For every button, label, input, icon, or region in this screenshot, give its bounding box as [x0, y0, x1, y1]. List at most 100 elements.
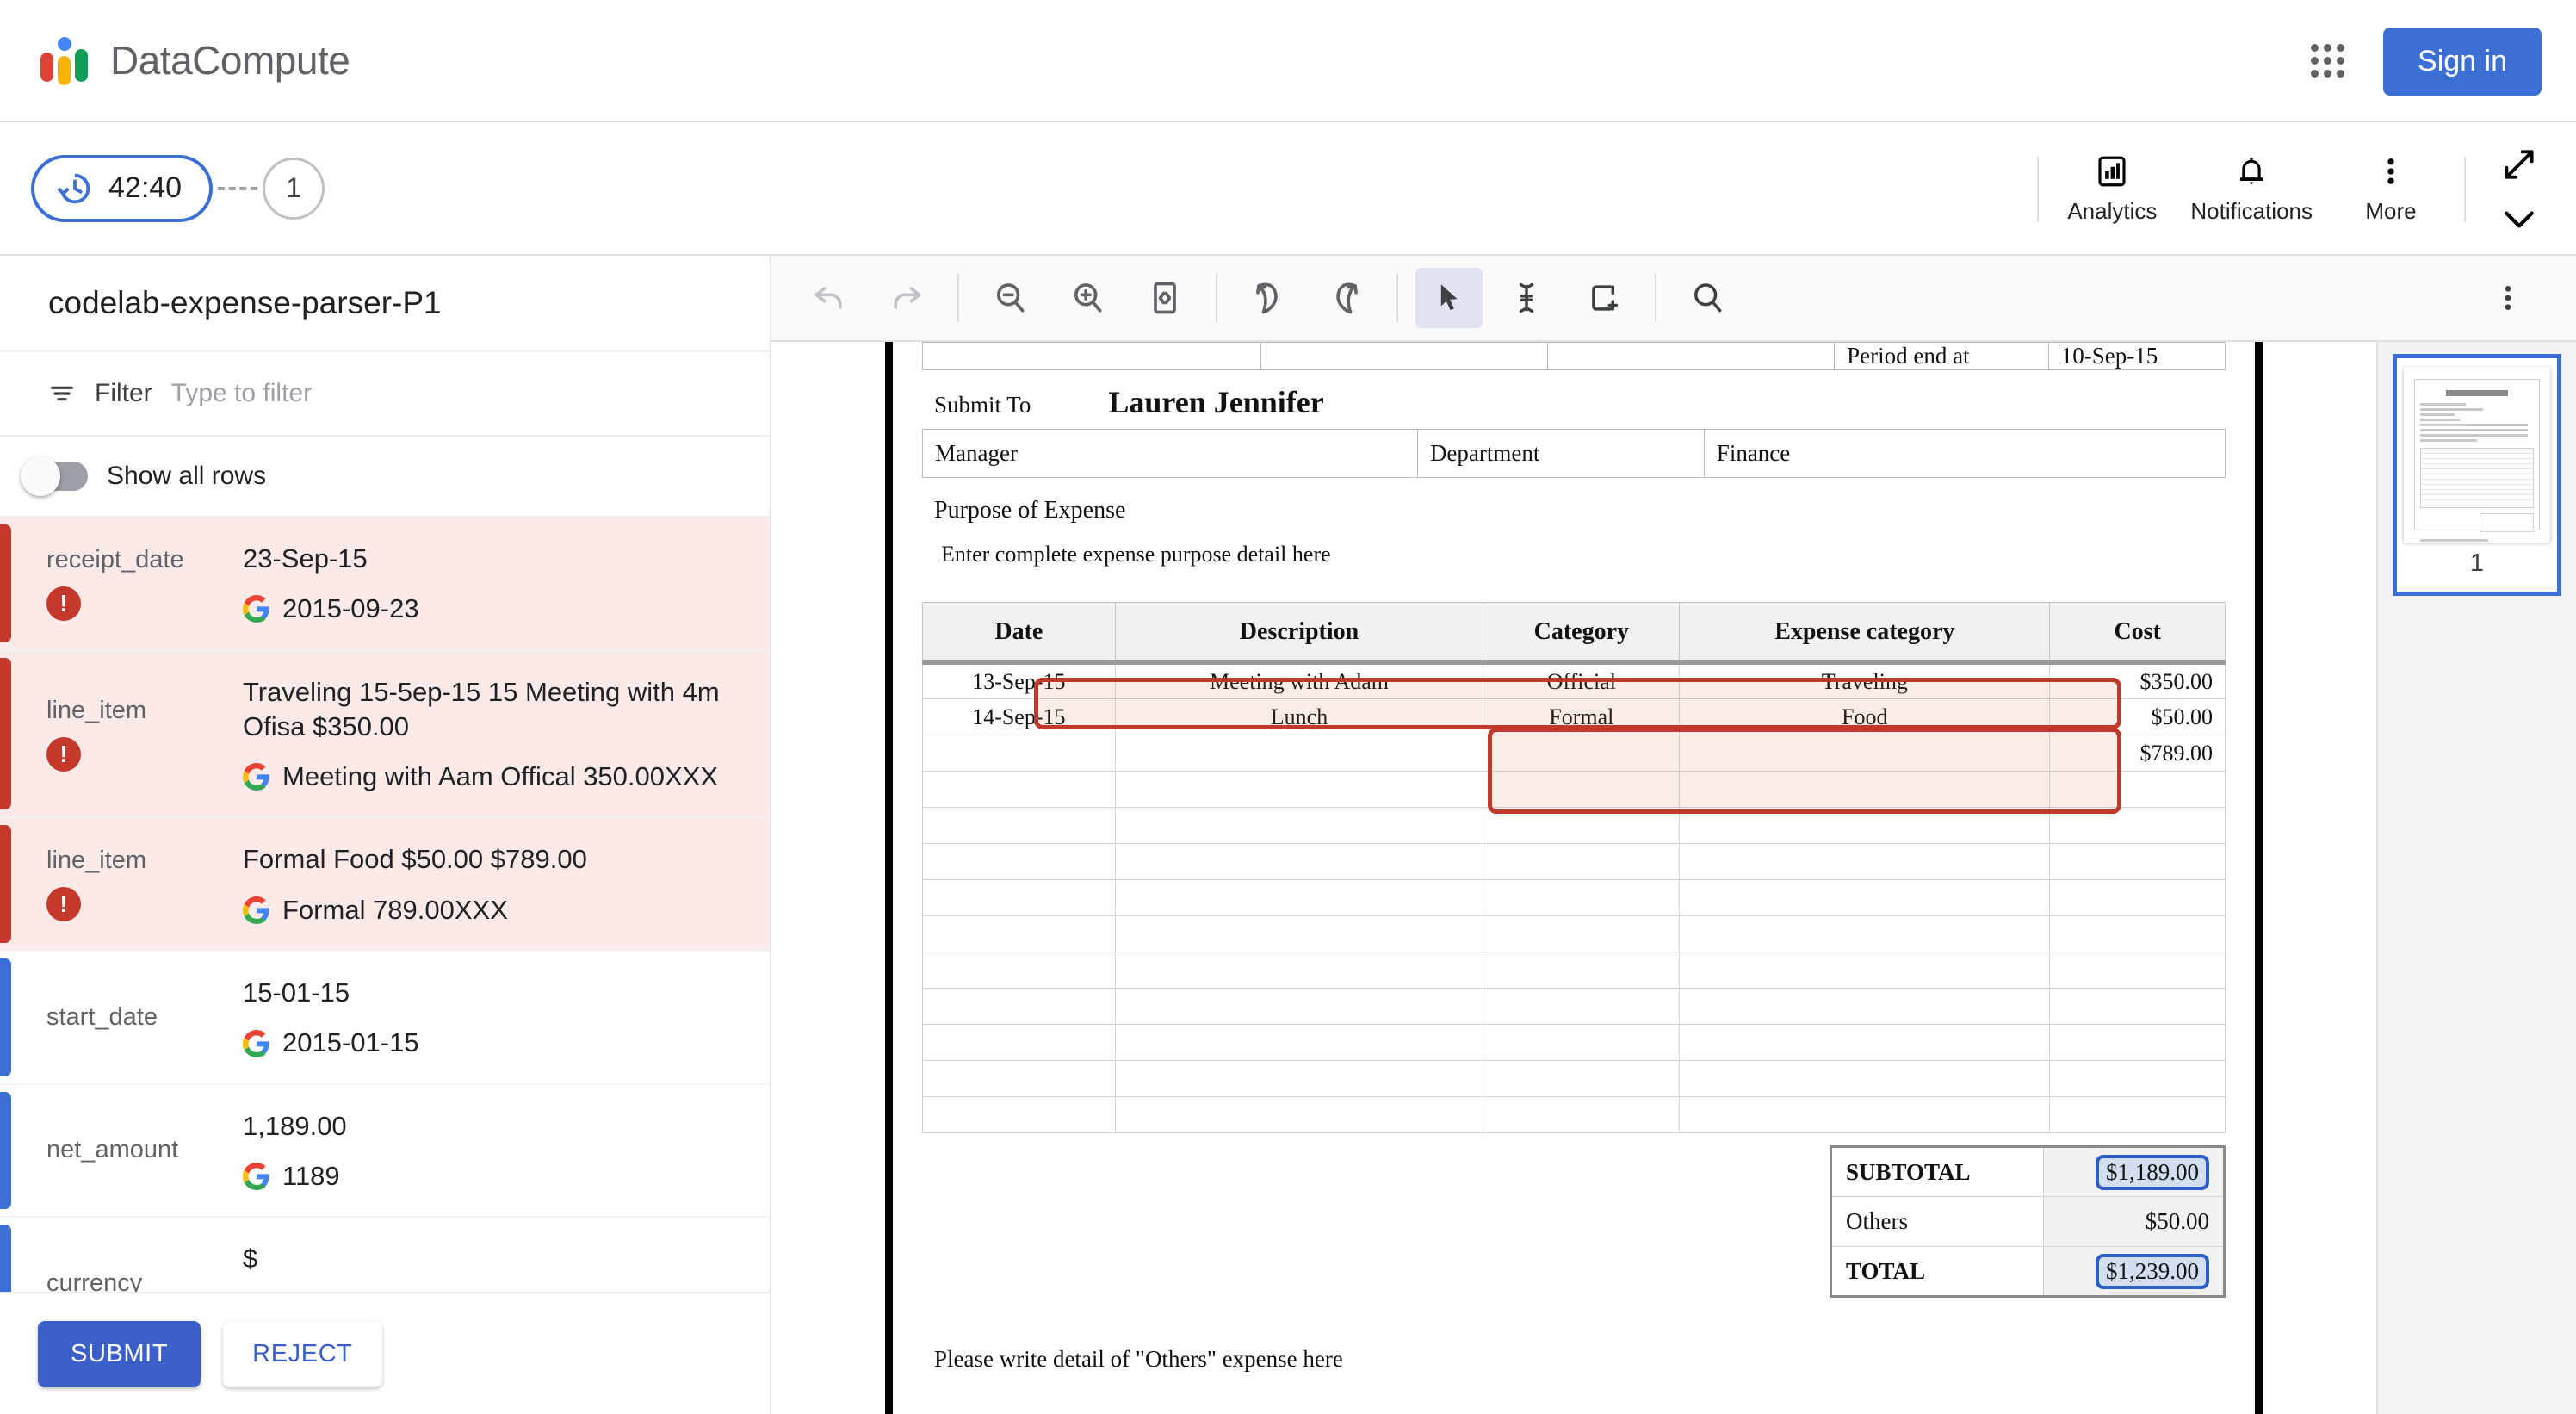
- field-value: 15-01-15: [243, 977, 350, 1008]
- filter-icon[interactable]: [48, 380, 76, 407]
- field-row-line_item[interactable]: line_item! Traveling 15-5ep-15 15 Meeting…: [0, 650, 770, 819]
- document-canvas[interactable]: Period end at 10-Sep-15 Submit To Lauren…: [771, 342, 2376, 1414]
- sign-in-button[interactable]: Sign in: [2383, 27, 2542, 96]
- status-bar: [0, 1225, 11, 1292]
- analytics-label: Analytics: [2067, 198, 2158, 224]
- cell-expense-category: Traveling: [1679, 662, 2051, 699]
- expense-row-2[interactable]: $789.00: [922, 735, 2226, 772]
- filter-input[interactable]: [170, 379, 770, 408]
- zoom-in-icon[interactable]: [1054, 268, 1121, 328]
- task-timer[interactable]: 42:40: [31, 154, 214, 222]
- progress-connector: [218, 186, 258, 190]
- expense-row-1[interactable]: 14-Sep-15 Lunch Formal Food $50.00: [922, 698, 2226, 735]
- viewer-toolbar: [771, 256, 2576, 342]
- cell-description: [1114, 735, 1484, 772]
- reject-button[interactable]: REJECT: [223, 1320, 382, 1387]
- chevron-down-icon[interactable]: [2500, 206, 2538, 233]
- thumbnail-page-1[interactable]: 1: [2393, 354, 2561, 596]
- task-action-bar: 42:40 1 Analytics Notifications More: [0, 122, 2576, 256]
- totals-value: $1,189.00: [2042, 1146, 2226, 1197]
- expense-row-empty[interactable]: [922, 843, 2226, 880]
- search-icon[interactable]: [1674, 268, 1741, 328]
- show-all-rows-toggle[interactable]: [21, 456, 88, 496]
- zoom-out-icon[interactable]: [976, 268, 1043, 328]
- expense-row-empty[interactable]: [922, 771, 2226, 808]
- expense-row-empty[interactable]: [922, 988, 2226, 1025]
- cell-category: Official: [1483, 662, 1681, 699]
- viewer-overflow-menu[interactable]: [2474, 268, 2542, 328]
- notifications-button[interactable]: Notifications: [2177, 153, 2326, 225]
- submit-button[interactable]: SUBMIT: [38, 1320, 201, 1387]
- cell-date: 13-Sep-15: [922, 662, 1116, 699]
- expense-row-empty[interactable]: [922, 952, 2226, 989]
- field-suggestion-text: 2015-01-15: [282, 1027, 419, 1058]
- field-value: Traveling 15-5ep-15 15 Meeting with 4m O…: [243, 676, 720, 741]
- field-row-line_item[interactable]: line_item! Formal Food $50.00 $789.00 Form…: [0, 818, 770, 952]
- document-viewer: Period end at 10-Sep-15 Submit To Lauren…: [771, 256, 2576, 1414]
- status-bar: [0, 657, 11, 810]
- undo-icon[interactable]: [796, 268, 863, 328]
- rotate-right-icon[interactable]: [1312, 268, 1379, 328]
- totals-value: $1,239.00: [2042, 1246, 2226, 1297]
- department-label: Department: [1416, 429, 1705, 478]
- totals-row-1[interactable]: Others $50.00: [1830, 1196, 2226, 1247]
- field-key: line_item: [46, 847, 147, 875]
- annotation-box-total[interactable]: $1,239.00: [2096, 1253, 2209, 1289]
- panel-footer: SUBMIT REJECT: [0, 1292, 770, 1414]
- analytics-chart-icon: [2094, 153, 2130, 189]
- expense-row-0[interactable]: 13-Sep-15 Meeting with Adam Official Travel…: [922, 662, 2226, 699]
- brand-logo[interactable]: DataCompute: [38, 34, 350, 87]
- expense-row-empty[interactable]: [922, 1060, 2226, 1097]
- purpose-heading: Purpose of Expense: [934, 497, 1126, 524]
- totals-row-2[interactable]: TOTAL $1,239.00: [1830, 1246, 2226, 1297]
- field-row-start_date[interactable]: start_date 15-01-15 2015-01-15: [0, 952, 770, 1085]
- field-value: $: [243, 1243, 258, 1274]
- totals-table: SUBTOTAL $1,189.00 Others $50.00 TOTAL $1,239…: [1830, 1145, 2226, 1298]
- fit-page-icon[interactable]: [1131, 268, 1198, 328]
- field-list: receipt_date! 23-Sep-15 2015-09-23 line_ite…: [0, 518, 770, 1292]
- field-suggestion: Meeting with Aam Offical 350.00XXX: [243, 760, 752, 794]
- expense-col-0: Date: [922, 602, 1116, 665]
- field-row-receipt_date[interactable]: receipt_date! 23-Sep-15 2015-09-23: [0, 518, 770, 651]
- thumbnail-preview: [2404, 367, 2550, 543]
- more-button[interactable]: More: [2326, 153, 2455, 225]
- divider: [1655, 274, 1656, 322]
- expense-row-empty[interactable]: [922, 1096, 2226, 1133]
- expense-row-empty[interactable]: [922, 879, 2226, 916]
- totals-row-0[interactable]: SUBTOTAL $1,189.00: [1830, 1146, 2226, 1197]
- divider: [1216, 274, 1217, 322]
- error-icon: !: [46, 736, 81, 772]
- divider: [2464, 156, 2466, 222]
- expense-row-empty[interactable]: [922, 807, 2226, 844]
- annotation-box-total[interactable]: $1,189.00: [2096, 1154, 2209, 1190]
- expense-row-empty[interactable]: [922, 1024, 2226, 1061]
- expense-row-empty[interactable]: [922, 915, 2226, 952]
- main-area: codelab-expense-parser-P1 Filter Show al…: [0, 256, 2576, 1414]
- step-indicator-1[interactable]: 1: [263, 157, 325, 220]
- cell-description: Lunch: [1114, 698, 1484, 735]
- rotate-left-icon[interactable]: [1235, 268, 1302, 328]
- field-key: net_amount: [46, 1136, 179, 1164]
- field-row-net_amount[interactable]: net_amount 1,189.00 1189: [0, 1085, 770, 1219]
- field-suggestion: 1189: [243, 1159, 752, 1194]
- expand-arrows-icon[interactable]: [2500, 146, 2538, 183]
- thumbnail-panel: 1: [2376, 342, 2576, 1414]
- expense-table-header-row: Date Description Category Expense category C…: [922, 602, 2226, 665]
- manager-department-table: Manager Department Finance: [922, 429, 2226, 478]
- period-end-label: Period end at: [1834, 342, 2049, 370]
- field-suggestion-text: 2015-09-23: [282, 593, 419, 624]
- cell-date: 14-Sep-15: [922, 698, 1116, 735]
- apps-grid-icon[interactable]: [2307, 40, 2349, 82]
- field-row-currency[interactable]: currency$USD: [0, 1218, 770, 1292]
- cell-category: [1483, 735, 1681, 772]
- cell-expense-category: Food: [1679, 698, 2051, 735]
- add-bounding-box-icon[interactable]: [1570, 268, 1638, 328]
- totals-label: TOTAL: [1830, 1246, 2044, 1297]
- cursor-select-icon[interactable]: [1415, 268, 1483, 328]
- more-label: More: [2365, 198, 2417, 224]
- viewer-body: Period end at 10-Sep-15 Submit To Lauren…: [771, 342, 2576, 1414]
- analytics-button[interactable]: Analytics: [2047, 153, 2177, 225]
- annotation-panel: codelab-expense-parser-P1 Filter Show al…: [0, 256, 771, 1414]
- text-select-icon[interactable]: [1493, 268, 1560, 328]
- redo-icon[interactable]: [873, 268, 940, 328]
